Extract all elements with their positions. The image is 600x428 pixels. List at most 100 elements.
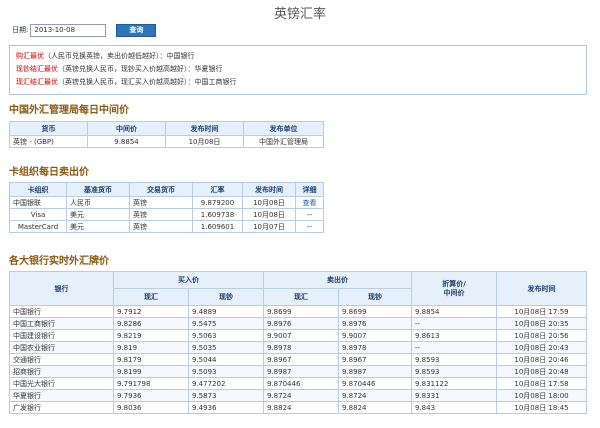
date-label: 日期: [12, 26, 29, 34]
buy-cash-cell: 9.5063 [188, 329, 264, 342]
sell-cash-cell: 9.870446 [338, 377, 412, 390]
column-header: 中间价 [87, 121, 166, 136]
publish-time-cell: 10月08日 20:48 [496, 365, 587, 378]
bank-rows: 中国银行 9.7912 9.4889 9.8699 9.8699 9.8854 … [9, 305, 587, 414]
card-org-cell: Visa [9, 208, 67, 221]
best-rate-key[interactable]: 现汇结汇最优 [16, 78, 58, 86]
buy-spot-cell: 9.791798 [113, 377, 189, 390]
best-rate-text: （英镑兑换人民币，现汇买入价越高越好）：中国工商银行 [58, 78, 237, 86]
detail-cell: -- [295, 220, 324, 233]
bank-name-cell: 中国银行 [9, 305, 114, 318]
spot-subheader: 现汇 [113, 288, 189, 306]
table-row: 交通银行 9.8179 9.5044 9.8967 9.8967 9.8593 … [9, 353, 587, 366]
sell-spot-cell: 9.8724 [263, 389, 339, 402]
midpoint-cell: -- [411, 341, 497, 354]
buy-cash-cell: 9.5475 [188, 317, 264, 330]
page-title: 英镑汇率 [273, 7, 326, 22]
currency-cell: 英镑 - (GBP) [9, 135, 88, 148]
midpoint-cell: 9.8613 [411, 329, 497, 342]
buy-cash-cell: 9.477202 [188, 377, 264, 390]
table-row: Visa 美元 英镑 1.609738 10月08日 -- [9, 208, 324, 221]
trade-currency-cell: 英镑 [129, 220, 193, 233]
sell-cash-cell: 9.8976 [338, 317, 412, 330]
base-currency-cell: 人民币 [66, 196, 130, 209]
table-row: 招商银行 9.8199 9.5093 9.8987 9.8987 9.8593 … [9, 365, 587, 378]
publish-time-cell: 10月08日 [165, 135, 244, 148]
sell-cash-cell: 9.8978 [338, 341, 412, 354]
midpoint-cell: 9.8854 [411, 305, 497, 318]
sell-spot-cell: 9.8824 [263, 401, 339, 414]
base-currency-cell: 美元 [66, 208, 130, 221]
buy-cash-cell: 9.5093 [188, 365, 264, 378]
table-row: 中国农业银行 9.819 9.5035 9.8978 9.8978 -- 10月… [9, 341, 587, 354]
bank-section-title: 各大银行实时外汇牌价 [9, 256, 109, 267]
buy-cash-cell: 9.4936 [188, 401, 264, 414]
detail-cell: -- [295, 208, 324, 221]
buy-spot-cell: 9.8199 [113, 365, 189, 378]
buy-spot-cell: 9.8036 [113, 401, 189, 414]
bank-name-cell: 中国建设银行 [9, 329, 114, 342]
column-header: 发布单位 [243, 121, 324, 136]
sell-spot-cell: 9.8978 [263, 341, 339, 354]
buy-spot-cell: 9.819 [113, 341, 189, 354]
publish-time-cell: 10月08日 20:56 [496, 329, 587, 342]
sell-spot-cell: 9.8987 [263, 365, 339, 378]
buy-spot-cell: 9.8286 [113, 317, 189, 330]
midpoint-cell: -- [411, 317, 497, 330]
buy-cash-cell: 9.4889 [188, 305, 264, 318]
sell-cash-cell: 9.8967 [338, 353, 412, 366]
time-column-header: 发布时间 [496, 271, 587, 306]
best-rate-key[interactable]: 现钞结汇最优 [16, 65, 58, 73]
midpoint-cell: 9.8854 [87, 135, 166, 148]
sell-column-header: 卖出价 [263, 271, 412, 289]
card-org-cell: 中国银联 [9, 196, 67, 209]
query-button[interactable]: 查询 [116, 23, 157, 37]
trade-currency-cell: 英镑 [129, 196, 193, 209]
buy-spot-cell: 9.8219 [113, 329, 189, 342]
bank-name-cell: 中国光大银行 [9, 377, 114, 390]
sell-spot-cell: 9.9007 [263, 329, 339, 342]
table-row: 中国银联 人民币 英镑 9.879200 10月08日 查看 [9, 196, 324, 209]
best-rate-key[interactable]: 购汇最优 [16, 52, 44, 60]
table-row: MasterCard 美元 英镑 1.609601 10月07日 -- [9, 220, 324, 233]
publish-time-cell: 10月08日 [242, 208, 296, 221]
best-rate-text: （人民币兑换英镑，卖出价越低越好）：中国银行 [44, 52, 195, 60]
conversion-header-line: 折算价/ [442, 279, 466, 288]
bank-name-cell: 中国工商银行 [9, 317, 114, 330]
buy-column-header: 买入价 [113, 271, 264, 289]
table-header-row: 银行 买入价 卖出价 折算价/ 中间价 发布时间 [9, 271, 587, 306]
spot-subheader: 现汇 [263, 288, 339, 306]
column-header: 交易货币 [129, 182, 193, 197]
bank-name-cell: 中国农业银行 [9, 341, 114, 354]
buy-spot-cell: 9.7936 [113, 389, 189, 402]
table-row: 华夏银行 9.7936 9.5873 9.8724 9.8724 9.8331 … [9, 389, 587, 402]
table-header-row: 卡组织 基准货币 交易货币 汇率 发布时间 详细 [9, 182, 324, 197]
table-row: 中国工商银行 9.8286 9.5475 9.8976 9.8976 -- 10… [9, 317, 587, 330]
rate-cell: 9.879200 [192, 196, 243, 209]
rate-cell: 1.609601 [192, 220, 243, 233]
publish-time-cell: 10月08日 20:46 [496, 353, 587, 366]
best-rate-text: （英镑兑换人民币，现钞买入价越高越好）：华夏银行 [58, 65, 223, 73]
table-row: 英镑 - (GBP) 9.8854 10月08日 中国外汇管理局 [9, 135, 324, 148]
midpoint-cell: 9.843 [411, 401, 497, 414]
publish-time-cell: 10月08日 20:35 [496, 317, 587, 330]
bank-column-header: 银行 [9, 271, 114, 306]
safe-table: 货币 中间价 发布时间 发布单位 英镑 - (GBP) 9.8854 10月08… [9, 121, 324, 148]
publish-time-cell: 10月08日 20:43 [496, 341, 587, 354]
detail-link[interactable]: 查看 [295, 196, 324, 209]
buy-cash-cell: 9.5873 [188, 389, 264, 402]
best-rate-row: 购汇最优（人民币兑换英镑，卖出价越低越好）：中国银行 [16, 50, 580, 63]
sell-spot-cell: 9.8976 [263, 317, 339, 330]
column-header: 汇率 [192, 182, 243, 197]
cash-subheader: 现钞 [188, 288, 264, 306]
bank-name-cell: 广发银行 [9, 401, 114, 414]
table-row: 广发银行 9.8036 9.4936 9.8824 9.8824 9.843 1… [9, 401, 587, 414]
buy-cash-cell: 9.5035 [188, 341, 264, 354]
sell-cash-cell: 9.8987 [338, 365, 412, 378]
date-input[interactable] [30, 23, 107, 37]
sell-cash-cell: 9.9007 [338, 329, 412, 342]
base-currency-cell: 美元 [66, 220, 130, 233]
card-section-title: 卡组织每日卖出价 [9, 167, 89, 178]
conversion-header-line: 中间价 [443, 288, 465, 297]
publish-time-cell: 10月08日 [242, 196, 296, 209]
